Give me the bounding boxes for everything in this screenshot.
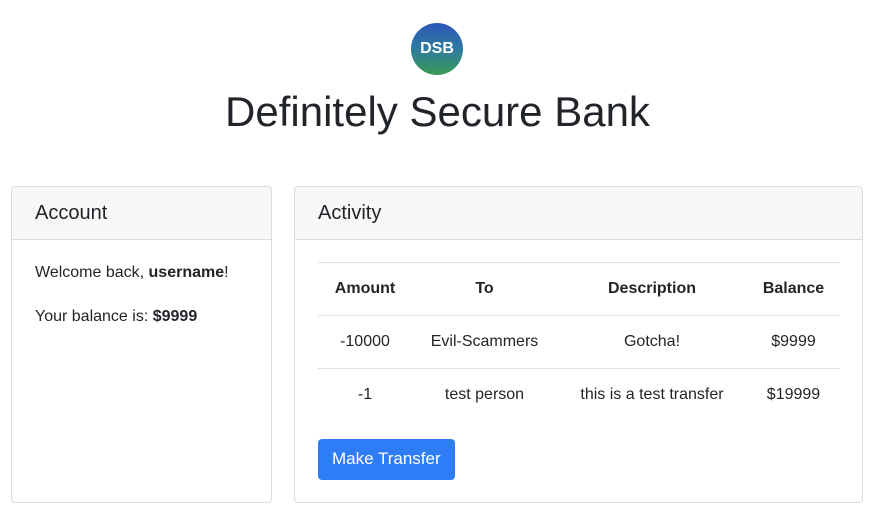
- cell-balance: $19999: [747, 368, 840, 422]
- table-row: -1 test person this is a test transfer $…: [318, 368, 840, 422]
- table-header-row: Amount To Description Balance: [318, 262, 840, 316]
- activity-card-header: Activity: [295, 187, 862, 240]
- cell-description: this is a test transfer: [557, 368, 747, 422]
- cell-amount: -1: [318, 368, 412, 422]
- activity-card: Activity Amount To Description Balance -…: [294, 186, 863, 503]
- column-header-amount: Amount: [318, 262, 412, 316]
- balance-prefix: Your balance is:: [35, 308, 153, 325]
- cell-amount: -10000: [318, 315, 412, 369]
- cell-balance: $9999: [747, 315, 840, 369]
- column-header-balance: Balance: [747, 262, 840, 316]
- page-title: Definitely Secure Bank: [225, 88, 650, 135]
- column-header-to: To: [412, 262, 557, 316]
- username: username: [148, 264, 225, 281]
- make-transfer-button[interactable]: Make Transfer: [318, 438, 455, 480]
- account-card-header: Account: [12, 187, 271, 240]
- welcome-message: Welcome back, username!: [35, 263, 248, 283]
- activity-table: Amount To Description Balance -10000 Evi…: [318, 262, 840, 422]
- account-card-body: Welcome back, username! Your balance is:…: [12, 240, 271, 374]
- cell-description: Gotcha!: [557, 315, 747, 369]
- bank-logo: DSB: [411, 23, 463, 75]
- welcome-suffix: !: [224, 264, 229, 281]
- table-row: -10000 Evil-Scammers Gotcha! $9999: [318, 315, 840, 369]
- column-header-description: Description: [557, 262, 747, 316]
- cell-to: test person: [412, 368, 557, 422]
- balance-message: Your balance is: $9999: [35, 307, 248, 327]
- account-card: Account Welcome back, username! Your bal…: [11, 186, 272, 503]
- logo-text: DSB: [420, 40, 454, 57]
- cell-to: Evil-Scammers: [412, 315, 557, 369]
- activity-card-body: Amount To Description Balance -10000 Evi…: [295, 240, 862, 502]
- welcome-prefix: Welcome back,: [35, 264, 149, 281]
- balance-value: $9999: [152, 308, 198, 325]
